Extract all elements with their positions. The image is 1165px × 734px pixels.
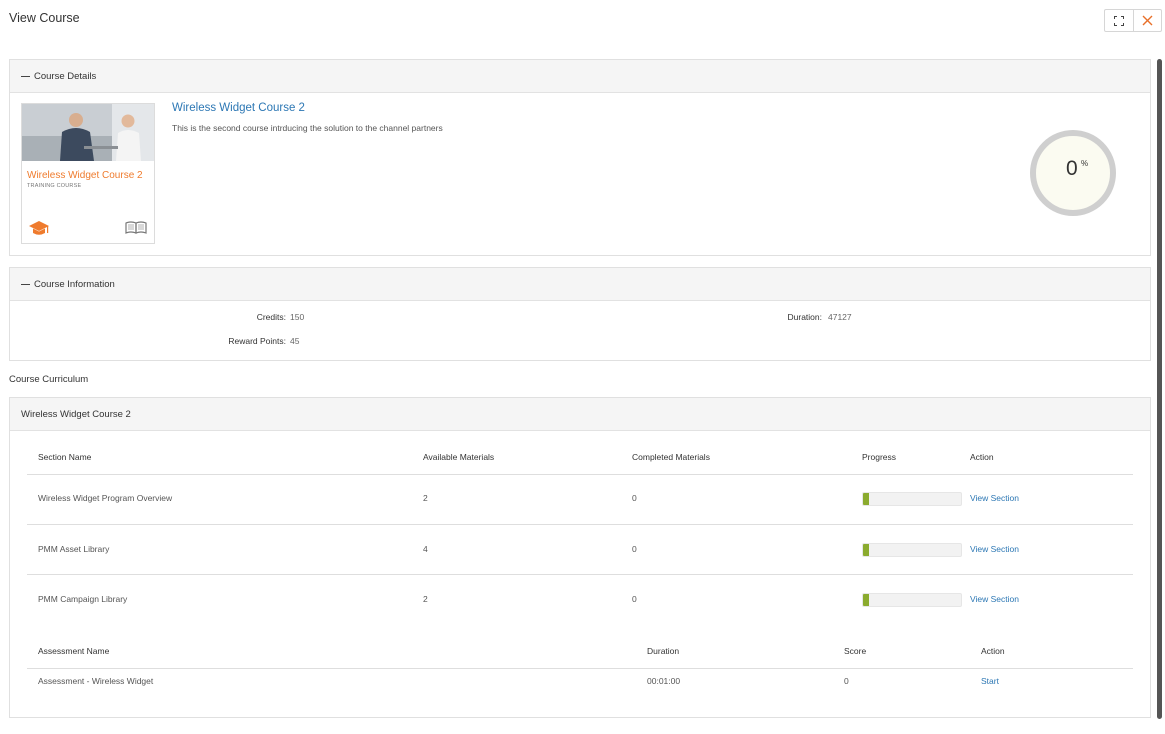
course-curriculum-label: Course Curriculum [9, 374, 89, 385]
duration-value: 47127 [828, 312, 852, 322]
table-divider [27, 668, 1133, 669]
credits-value: 150 [290, 312, 305, 322]
course-progress-ring: 0 % [1030, 130, 1116, 216]
column-header-progress: Progress [862, 452, 897, 462]
credits-label: Credits: [256, 312, 286, 322]
curriculum-panel-title: Wireless Widget Course 2 [21, 408, 131, 420]
course-information-title: Course Information [34, 278, 115, 290]
scrollbar[interactable] [1157, 59, 1162, 719]
expand-button[interactable] [1105, 10, 1133, 31]
course-name-link[interactable]: Wireless Widget Course 2 [172, 102, 305, 114]
section-progress-bar [862, 492, 962, 506]
column-header-assessment-name: Assessment Name [38, 646, 110, 656]
curriculum-panel: Wireless Widget Course 2 Section Name Av… [9, 397, 1151, 718]
table-divider [27, 574, 1133, 575]
completed-materials: 0 [632, 544, 637, 554]
column-header-completed-materials: Completed Materials [632, 452, 710, 462]
progress-bar-fill [863, 493, 869, 505]
completed-materials: 0 [632, 594, 637, 604]
close-icon [1142, 15, 1153, 26]
available-materials: 2 [423, 594, 428, 604]
available-materials: 2 [423, 493, 428, 503]
course-information-panel: Course Information Credits: 150 Reward P… [9, 267, 1151, 361]
column-header-action: Action [970, 452, 994, 462]
section-name: PMM Campaign Library [38, 594, 128, 604]
column-header-available-materials: Available Materials [423, 452, 495, 462]
assessment-duration: 00:01:00 [647, 676, 681, 686]
collapse-icon [21, 75, 30, 77]
column-header-score: Score [844, 646, 867, 656]
section-name: Wireless Widget Program Overview [38, 493, 173, 503]
reward-points-label: Reward Points: [228, 336, 286, 346]
collapse-icon [21, 283, 30, 285]
thumbnail-title: Wireless Widget Course 2 [27, 170, 143, 181]
window-controls [1104, 9, 1162, 32]
progress-bar-fill [863, 544, 869, 556]
column-header-assessment-action: Action [981, 646, 1005, 656]
completed-materials: 0 [632, 493, 637, 503]
page-title: View Course [9, 11, 80, 25]
view-section-link[interactable]: View Section [970, 594, 1019, 604]
reward-points-value: 45 [290, 336, 300, 346]
graduation-cap-icon [29, 221, 49, 235]
progress-bar-fill [863, 594, 869, 606]
course-description: This is the second course intrducing the… [172, 123, 443, 133]
course-details-title: Course Details [34, 70, 97, 82]
close-button[interactable] [1132, 10, 1162, 31]
thumbnail-subtitle: TRAINING COURSE [27, 183, 82, 189]
course-thumbnail: Wireless Widget Course 2 TRAINING COURSE [21, 103, 155, 244]
progress-unit: % [1081, 159, 1089, 168]
view-section-link[interactable]: View Section [970, 544, 1019, 554]
curriculum-panel-header: Wireless Widget Course 2 [10, 398, 1150, 431]
section-name: PMM Asset Library [38, 544, 110, 554]
course-details-header[interactable]: Course Details [10, 60, 1150, 93]
book-icon [125, 221, 147, 234]
column-header-section-name: Section Name [38, 452, 92, 462]
available-materials: 4 [423, 544, 428, 554]
view-section-link[interactable]: View Section [970, 493, 1019, 503]
section-progress-bar [862, 593, 962, 607]
table-divider [27, 524, 1133, 525]
duration-label: Duration: [787, 312, 823, 322]
start-assessment-link[interactable]: Start [981, 676, 999, 686]
expand-icon [1113, 15, 1124, 26]
section-progress-bar [862, 543, 962, 557]
column-header-duration: Duration [647, 646, 680, 656]
course-photo [22, 104, 154, 161]
assessment-name: Assessment - Wireless Widget [38, 676, 154, 686]
progress-value: 0 [1066, 157, 1078, 180]
course-information-header[interactable]: Course Information [10, 268, 1150, 301]
table-divider [27, 474, 1133, 475]
assessment-score: 0 [844, 676, 849, 686]
course-details-panel: Course Details Wireless Widget Course 2 … [9, 59, 1151, 256]
